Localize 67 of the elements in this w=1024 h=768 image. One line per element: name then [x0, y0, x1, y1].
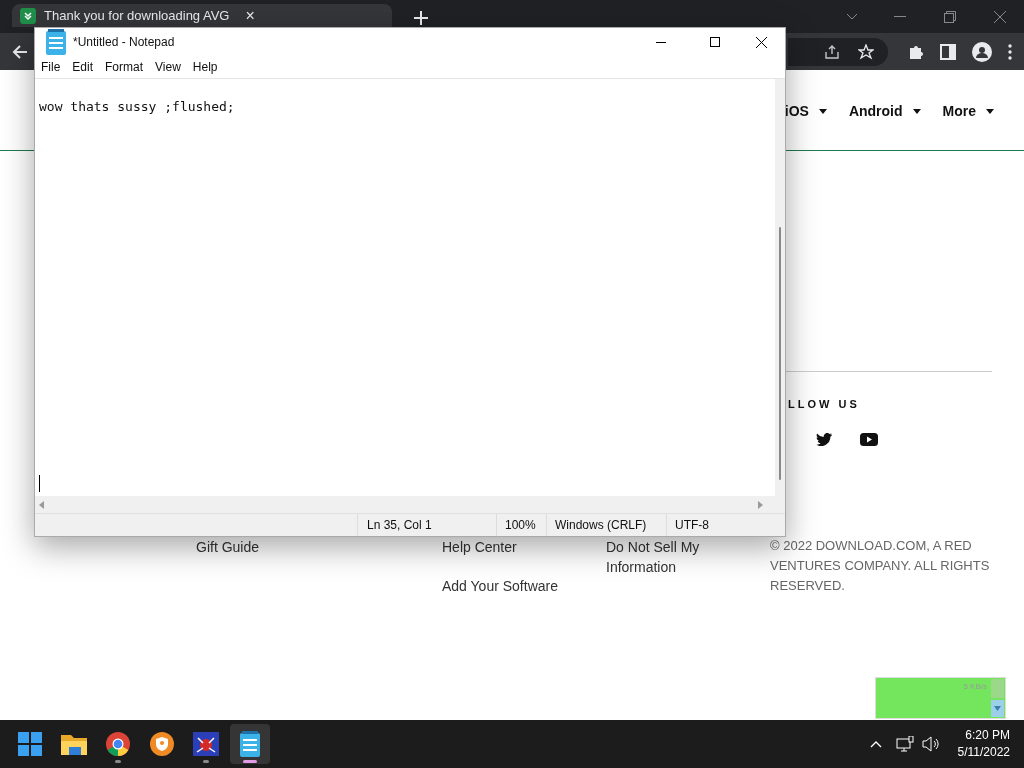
window-title: *Untitled - Notepad	[73, 34, 175, 51]
footer-link[interactable]: Add Your Software	[442, 576, 606, 597]
footer-link[interactable]: Help Center	[442, 537, 606, 558]
browser-icon	[106, 732, 130, 756]
clock-time: 6:20 PM	[965, 727, 1010, 744]
clock-date: 5/11/2022	[957, 744, 1010, 761]
share-icon[interactable]	[824, 43, 840, 60]
menu-item[interactable]: File	[41, 58, 61, 76]
status-zoom: 100%	[496, 514, 546, 536]
maximize-icon[interactable]	[710, 37, 720, 47]
sidebar-icon[interactable]	[940, 43, 956, 60]
notepad-icon	[239, 731, 261, 757]
folder-icon	[61, 733, 87, 755]
profile-icon[interactable]	[972, 41, 992, 62]
address-bar[interactable]	[788, 37, 888, 66]
status-position: Ln 35, Col 1	[357, 514, 496, 536]
arrow-down-icon[interactable]	[991, 700, 1004, 717]
caret-icon	[986, 108, 994, 114]
menu-icon[interactable]	[1008, 43, 1012, 60]
scroll-thumb[interactable]	[779, 227, 781, 480]
text-cursor	[39, 475, 40, 492]
chevron-up-icon[interactable]	[869, 740, 882, 748]
speed-reading: 5 KB/s	[963, 682, 987, 691]
taskbar-button[interactable]	[230, 724, 270, 764]
tab-title: Thank you for downloading AVG	[44, 6, 230, 25]
site-icon	[20, 7, 36, 24]
clock[interactable]: 6:20 PM 5/11/2022	[957, 727, 1010, 761]
back-icon[interactable]	[12, 43, 28, 60]
nav-label: iOS	[784, 101, 809, 121]
status-encoding: UTF-8	[666, 514, 766, 536]
footer-link[interactable]: Do Not Sell My Information	[606, 537, 726, 577]
browser-tab[interactable]: Thank you for downloading AVG ×	[12, 4, 392, 27]
close-icon[interactable]	[756, 36, 767, 48]
bird-icon[interactable]	[816, 432, 832, 446]
document-text: wow thats sussy ;flushed;	[39, 98, 236, 116]
chevron-icon[interactable]	[846, 13, 858, 21]
network-icon[interactable]	[895, 736, 914, 752]
menu-item[interactable]: Format	[105, 58, 144, 76]
menu-item[interactable]: Edit	[72, 58, 94, 76]
menu-item[interactable]: Help	[192, 58, 218, 76]
follow-heading: LLOW US	[788, 397, 861, 412]
status-line-ending: Windows (CRLF)	[546, 514, 666, 536]
caret-icon	[818, 108, 827, 114]
star-icon[interactable]	[858, 43, 874, 60]
footer-link[interactable]: Gift Guide	[196, 537, 442, 558]
nav-menu[interactable]: More	[942, 100, 994, 122]
menu-item[interactable]: View	[155, 58, 181, 76]
vertical-scrollbar[interactable]	[775, 79, 785, 496]
tab-close[interactable]: ×	[245, 3, 255, 28]
new-tab-icon[interactable]	[414, 11, 428, 25]
restore-icon[interactable]	[944, 11, 956, 23]
running-indicator	[115, 760, 121, 763]
spider-icon	[193, 732, 219, 756]
windows-icon	[18, 732, 42, 756]
nav-menu[interactable]: iOS	[784, 100, 827, 122]
minimize-icon[interactable]	[656, 41, 666, 43]
caret-icon	[912, 108, 921, 114]
nav-label: More	[942, 101, 976, 121]
puzzle-icon[interactable]	[908, 43, 924, 60]
nav-label: Android	[848, 101, 903, 121]
shield-icon	[150, 732, 174, 756]
copyright-text: © 2022 DOWNLOAD.COM, A RED VENTURES COMPANY. ALL RIGHTS RESERVED.	[770, 536, 991, 595]
running-indicator	[203, 760, 209, 763]
volume-icon[interactable]	[921, 736, 940, 752]
nav-menu[interactable]: Android	[848, 100, 921, 122]
running-indicator	[243, 760, 257, 763]
play-icon[interactable]	[860, 432, 878, 446]
